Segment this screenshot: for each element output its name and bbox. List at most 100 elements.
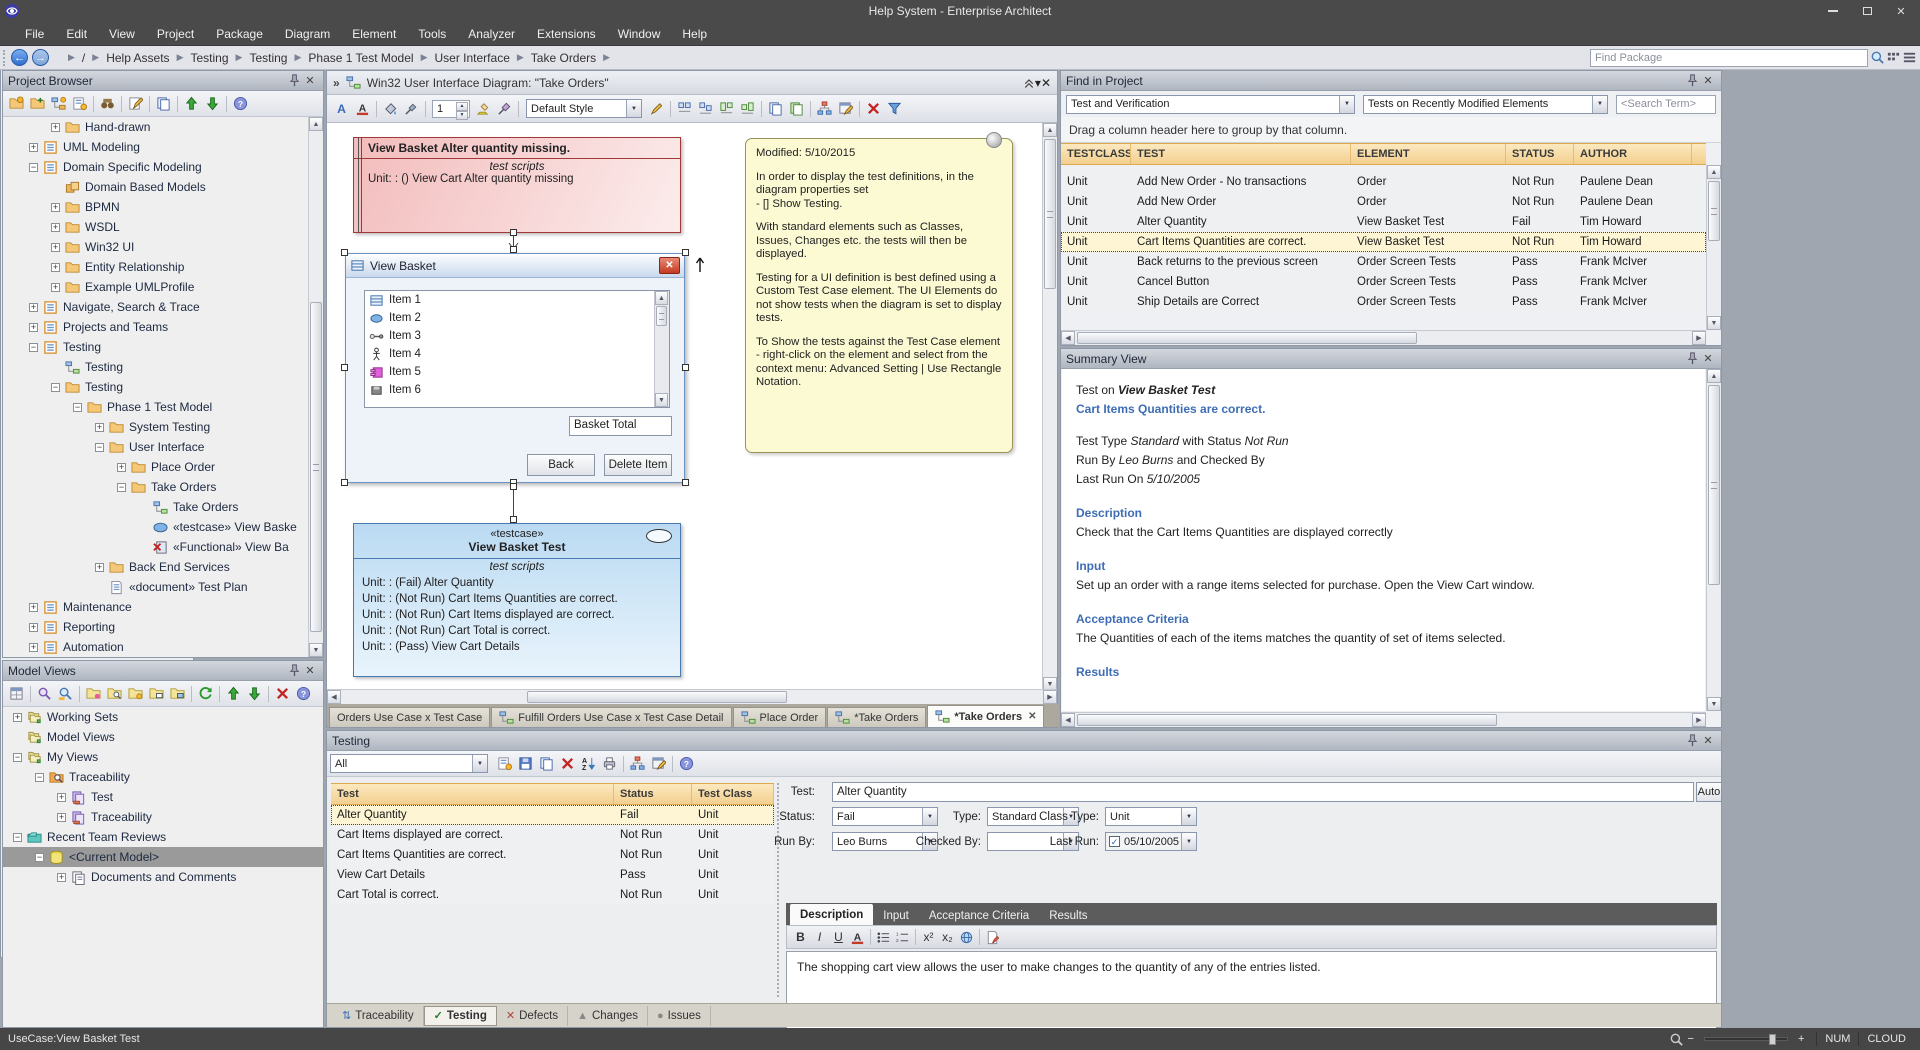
collapse-icon[interactable]: − — [13, 752, 22, 762]
search-category-combo[interactable]: Test and Verification ▼ — [1066, 94, 1355, 114]
menu-window[interactable]: Window — [607, 22, 672, 46]
detail-tab-results[interactable]: Results — [1039, 906, 1097, 925]
menu-package[interactable]: Package — [205, 22, 274, 46]
find-column-testclass[interactable]: TESTCLASS — [1061, 144, 1131, 164]
expand-icon[interactable]: + — [13, 712, 22, 722]
tree-item-maintenance[interactable]: + Maintenance — [3, 597, 308, 617]
find-table-row[interactable]: Unit Cancel Button Order Screen Tests Pass F… — [1061, 272, 1706, 292]
new-element-button[interactable] — [69, 94, 90, 114]
copy2-button[interactable] — [786, 99, 807, 119]
subscript-button[interactable]: x₂ — [938, 928, 957, 946]
tree-item-domain-specific-modeling[interactable]: − Domain Specific Modeling — [3, 157, 308, 177]
tree-item-entity-relationship[interactable]: + Entity Relationship — [3, 257, 308, 277]
tree-item--document-test-plan[interactable]: −«document» Test Plan — [3, 577, 308, 597]
auto-button[interactable]: Auto — [1696, 782, 1722, 802]
expand-icon[interactable]: + — [29, 142, 38, 152]
bullet-list-button[interactable] — [874, 928, 893, 946]
dropper-button[interactable] — [494, 99, 515, 119]
tree-item-user-interface[interactable]: − User Interface — [3, 437, 308, 457]
close-panel-icon[interactable]: ✕ — [1700, 73, 1716, 89]
tree-item-place-order[interactable]: + Place Order — [3, 457, 308, 477]
down-button[interactable] — [244, 684, 265, 704]
selection-handle[interactable] — [341, 479, 348, 486]
menu-diagram[interactable]: Diagram — [274, 22, 341, 46]
find-package-input[interactable] — [1590, 49, 1868, 67]
props-edit-button[interactable] — [648, 754, 669, 774]
expand-icon[interactable]: + — [51, 262, 60, 272]
props-button[interactable] — [6, 684, 27, 704]
breadcrumb-item[interactable]: User Interface — [435, 51, 510, 65]
close-red-button[interactable] — [272, 684, 293, 704]
find-column-author[interactable]: AUTHOR — [1574, 144, 1692, 164]
layout4-button[interactable] — [737, 99, 758, 119]
search-term-input[interactable] — [1616, 94, 1716, 114]
close-button[interactable]: ✕ — [1884, 0, 1918, 22]
save-button[interactable] — [515, 754, 536, 774]
help-button[interactable]: ? — [676, 754, 697, 774]
basket-item-item-1[interactable]: Item 1 — [365, 291, 669, 309]
tests-column-status[interactable]: Status — [614, 784, 692, 804]
layout3-button[interactable] — [716, 99, 737, 119]
tree-item-system-testing[interactable]: + System Testing — [3, 417, 308, 437]
props-edit-button[interactable] — [835, 99, 856, 119]
italic-button[interactable]: I — [810, 928, 829, 946]
menu-analyzer[interactable]: Analyzer — [457, 22, 526, 46]
project-browser-scrollbar[interactable]: ▲ ▼ — [308, 117, 323, 657]
panel-tab-testing[interactable]: ✓ Testing — [423, 1005, 497, 1026]
class-type-combo[interactable]: Unit ▼ — [1105, 807, 1197, 826]
tests-table-row[interactable]: Cart Total is correct. Not Run Unit — [331, 885, 774, 905]
collapse-icon[interactable]: − — [13, 832, 22, 842]
funnel-button[interactable] — [884, 99, 905, 119]
pencil-button[interactable] — [646, 99, 667, 119]
expand-icon[interactable]: + — [29, 302, 38, 312]
tree-item-testing[interactable]: − Testing — [3, 377, 308, 397]
breadcrumb-item[interactable]: Help Assets — [106, 51, 169, 65]
panel-tab-defects[interactable]: ✕ Defects — [497, 1005, 569, 1026]
bold-button[interactable]: B — [791, 928, 810, 946]
search-icon[interactable] — [1870, 50, 1886, 66]
tree-item--functional-view-ba[interactable]: −«Functional» View Ba — [3, 537, 308, 557]
expand-icon[interactable]: + — [51, 222, 60, 232]
close-panel-icon[interactable]: ✕ — [302, 663, 318, 679]
tests-column-test-class[interactable]: Test Class — [692, 784, 774, 804]
copy-button[interactable] — [536, 754, 557, 774]
expand-icon[interactable]: + — [51, 202, 60, 212]
underline-button[interactable]: U — [829, 928, 848, 946]
summary-hscrollbar[interactable]: ◀ ▶ — [1061, 712, 1706, 727]
zoom-out-button[interactable]: − — [1684, 1033, 1698, 1045]
expand-icon[interactable]: + — [57, 872, 66, 882]
breadcrumb-item[interactable]: Phase 1 Test Model — [308, 51, 413, 65]
hier-button[interactable] — [814, 99, 835, 119]
expand-icon[interactable]: + — [29, 642, 38, 652]
panel-tab-traceability[interactable]: ⇅ Traceability — [333, 1005, 424, 1026]
listbox-scrollbar[interactable]: ▲ ▼ — [654, 291, 669, 407]
close-panel-icon[interactable]: ✕ — [1700, 733, 1716, 749]
tests-table-row[interactable]: View Cart Details Pass Unit — [331, 865, 774, 885]
connector-handle[interactable] — [510, 516, 517, 523]
collapse-icon[interactable]: − — [29, 162, 38, 172]
tree-item-phase-1-test-model[interactable]: − Phase 1 Test Model — [3, 397, 308, 417]
selection-handle[interactable] — [341, 364, 348, 371]
collapse-icon[interactable]: − — [35, 772, 44, 782]
tests-table-row[interactable]: Cart Items Quantities are correct. Not Ru… — [331, 845, 774, 865]
search-a-button[interactable] — [34, 684, 55, 704]
expand-icon[interactable]: + — [117, 462, 126, 472]
highlight-button[interactable] — [473, 99, 494, 119]
style-combo[interactable]: Default Style ▼ — [526, 99, 642, 118]
menu-project[interactable]: Project — [146, 22, 205, 46]
new-diagram-button[interactable] — [48, 94, 69, 114]
find-table-row[interactable]: Unit Back returns to the previous screen O… — [1061, 252, 1706, 272]
tree-item-traceability[interactable]: − Traceability — [3, 767, 323, 787]
diagram-tab--take-orders[interactable]: *Take Orders — [827, 707, 927, 727]
tree-item-example-umlprofile[interactable]: + Example UMLProfile — [3, 277, 308, 297]
font-a-button[interactable]: A — [331, 99, 352, 119]
menu-element[interactable]: Element — [341, 22, 407, 46]
collapse-icon[interactable]: − — [35, 852, 44, 862]
print-button[interactable] — [599, 754, 620, 774]
tests-column-test[interactable]: Test — [331, 784, 614, 804]
menu-view[interactable]: View — [98, 22, 146, 46]
last-run-checkbox[interactable]: ✓ — [1109, 836, 1120, 847]
pin-icon[interactable] — [1684, 73, 1700, 89]
copy-button[interactable] — [153, 94, 174, 114]
tree-item-traceability[interactable]: + Traceability — [3, 807, 323, 827]
